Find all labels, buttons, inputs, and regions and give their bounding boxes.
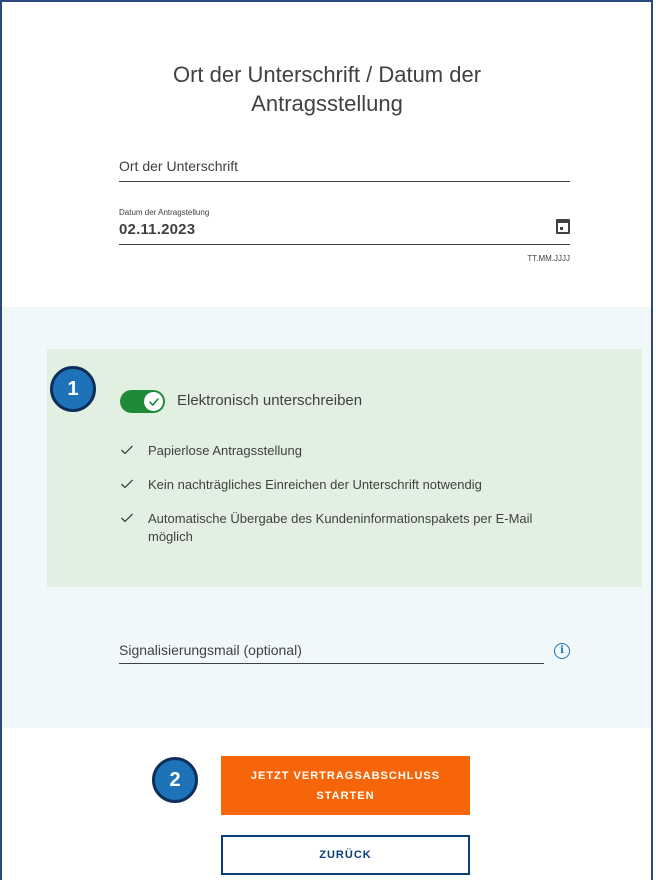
back-button[interactable]: ZURÜCK: [221, 835, 470, 875]
field-underline: [119, 244, 570, 245]
step-badge-1: 1: [50, 366, 96, 412]
checkmark-icon: [121, 513, 133, 523]
signal-mail-placeholder: Signalisierungsmail (optional): [119, 642, 302, 658]
esign-toggle-label: Elektronisch unterschreiben: [177, 392, 363, 409]
checkmark-icon: [121, 445, 133, 455]
signature-place-field[interactable]: Ort der Unterschrift: [119, 150, 570, 182]
signal-mail-field[interactable]: Signalisierungsmail (optional): [119, 638, 544, 664]
start-contract-button[interactable]: JETZT VERTRAGSABSCHLUSS STARTEN: [221, 756, 470, 815]
calendar-icon[interactable]: [556, 219, 570, 234]
benefit-text: Papierlose Antragsstellung: [148, 443, 302, 458]
esign-benefits-panel: [47, 349, 642, 587]
check-icon: [148, 397, 159, 406]
info-icon[interactable]: i: [554, 643, 570, 659]
start-contract-label: JETZT VERTRAGSABSCHLUSS STARTEN: [250, 769, 441, 802]
checkmark-icon: [121, 479, 133, 489]
page-title: Ort der Unterschrift / Datum der Antrags…: [172, 62, 482, 116]
application-date-value[interactable]: 02.11.2023: [119, 221, 195, 238]
application-date-label: Datum der Antragstellung: [119, 208, 210, 217]
benefit-text: Kein nachträgliches Einreichen der Unter…: [148, 477, 482, 492]
application-date-field[interactable]: Datum der Antragstellung 02.11.2023: [119, 202, 570, 245]
signature-place-placeholder: Ort der Unterschrift: [119, 158, 239, 174]
esign-toggle[interactable]: [120, 390, 165, 413]
field-underline: [119, 663, 544, 664]
date-format-hint: TT.MM.JJJJ: [527, 254, 570, 263]
field-underline: [119, 181, 570, 182]
toggle-knob: [144, 392, 163, 411]
benefit-text: Automatische Übergabe des Kundeninformat…: [148, 511, 533, 544]
dialog-frame: Ort der Unterschrift / Datum der Antrags…: [0, 0, 653, 880]
step-badge-2: 2: [152, 757, 198, 803]
